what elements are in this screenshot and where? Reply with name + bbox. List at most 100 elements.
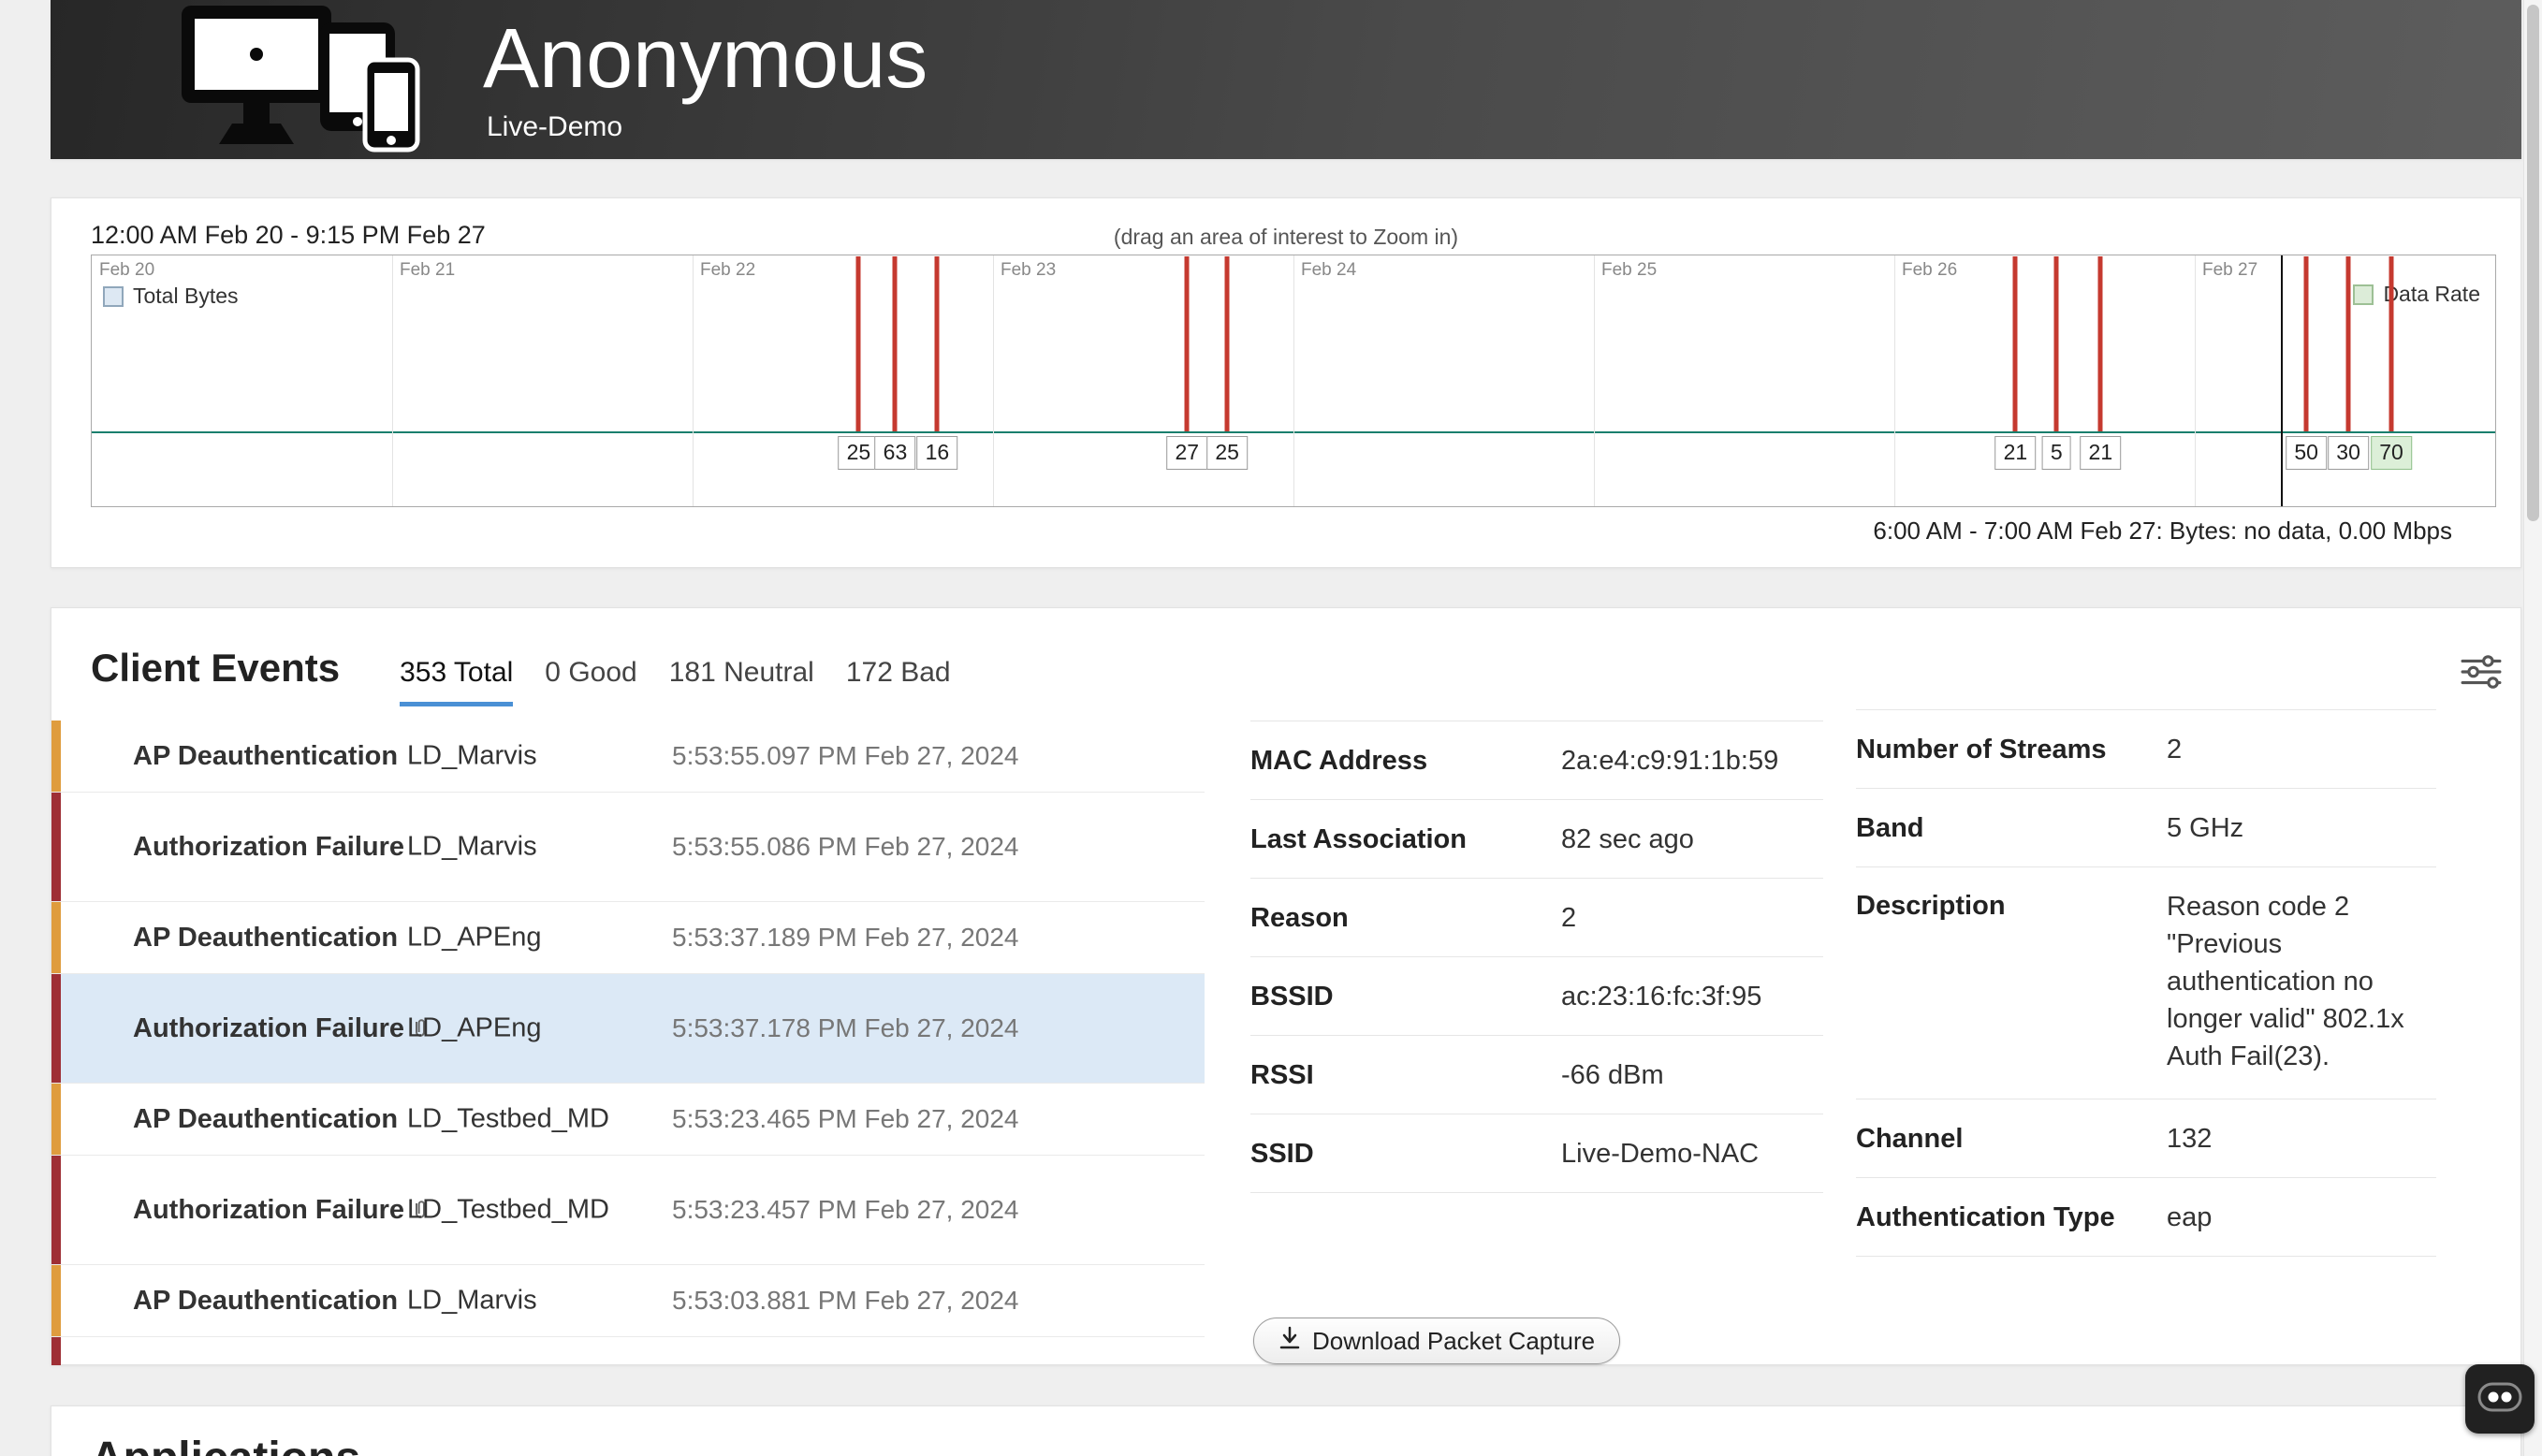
timeline-chart[interactable]: Total Bytes Data Rate Feb 20Feb 21Feb 22…	[91, 255, 2496, 507]
event-type: AP Deauthentication	[133, 1283, 432, 1318]
site-name: Live-Demo	[487, 111, 622, 143]
day-gridline	[1594, 255, 1595, 506]
detail-value: 2	[1561, 899, 1576, 937]
detail-label: Number of Streams	[1856, 732, 2167, 767]
event-list: AP DeauthenticationLD_Marvis5:53:55.097 …	[51, 721, 1205, 1365]
event-row[interactable]: AP DeauthenticationLD_Marvis5:53:03.881 …	[51, 1265, 1205, 1337]
detail-label: BSSID	[1250, 979, 1561, 1014]
event-count-label[interactable]: 21	[2081, 436, 2122, 470]
tab-0-good[interactable]: 0 Good	[545, 657, 636, 702]
event-count-label[interactable]: 25	[839, 436, 880, 470]
day-gridline	[1894, 255, 1895, 506]
detail-label: Last Association	[1250, 822, 1561, 857]
event-row[interactable]: AP DeauthenticationLD_APEng5:53:37.189 P…	[51, 902, 1205, 974]
detail-value: -66 dBm	[1561, 1056, 1664, 1094]
download-button-label: Download Packet Capture	[1312, 1327, 1595, 1356]
timeline-range-label: 12:00 AM Feb 20 - 9:15 PM Feb 27	[91, 221, 486, 250]
event-client: LD_APEng	[407, 923, 542, 954]
event-count-label[interactable]: 21	[1995, 436, 2037, 470]
event-count-label[interactable]: 63	[875, 436, 916, 470]
event-count-label[interactable]: 70	[2371, 436, 2412, 470]
marvis-chat-button[interactable]	[2465, 1364, 2535, 1434]
event-count-bar[interactable]	[2389, 256, 2394, 431]
event-count-label[interactable]: 25	[1206, 436, 1248, 470]
detail-value: 82 sec ago	[1561, 821, 1694, 858]
event-row[interactable]: AP DeauthenticationLD_Marvis5:53:55.097 …	[51, 721, 1205, 793]
event-row[interactable]: AP DeauthenticationLD_Testbed_MD5:53:23.…	[51, 1084, 1205, 1156]
event-count-label[interactable]: 5	[2042, 436, 2071, 470]
detail-label: RSSI	[1250, 1057, 1561, 1093]
event-timestamp: 5:53:03.881 PM Feb 27, 2024	[672, 1286, 1019, 1316]
event-count-bar[interactable]	[856, 256, 861, 431]
event-type: Authorization Failure	[133, 829, 432, 865]
data-rate-swatch[interactable]	[2353, 284, 2374, 305]
event-client: LD_Testbed_MD	[407, 1195, 609, 1226]
event-timestamp: 5:53:23.457 PM Feb 27, 2024	[672, 1195, 1019, 1225]
event-count-label[interactable]: 30	[2328, 436, 2369, 470]
event-count-bar[interactable]	[2098, 256, 2103, 431]
detail-row: Reason2	[1250, 879, 1823, 957]
tab-181-neutral[interactable]: 181 Neutral	[669, 657, 814, 702]
detail-row: BSSIDac:23:16:fc:3f:95	[1250, 957, 1823, 1036]
event-timestamp: 5:53:37.189 PM Feb 27, 2024	[672, 923, 1019, 953]
scrollbar-thumb[interactable]	[2527, 5, 2539, 521]
day-gridline	[2195, 255, 2196, 506]
event-count-bar[interactable]	[1185, 256, 1190, 431]
event-count-label[interactable]: 50	[2286, 436, 2327, 470]
tab-172-bad[interactable]: 172 Bad	[846, 657, 951, 702]
marvis-bot-icon	[2466, 1363, 2534, 1435]
severity-bar	[51, 793, 61, 901]
client-events-card: Client Events 353 Total 0 Good 181 Neutral…	[51, 607, 2521, 1365]
event-count-bar[interactable]	[2346, 256, 2351, 431]
detail-row: Band5 GHz	[1856, 789, 2436, 867]
event-client: LD_Marvis	[407, 741, 537, 772]
detail-label: Reason	[1250, 900, 1561, 936]
filter-sliders-icon[interactable]	[2461, 654, 2502, 694]
event-timestamp: 5:53:55.086 PM Feb 27, 2024	[672, 832, 1019, 862]
client-events-header: Client Events 353 Total 0 Good 181 Neutral…	[91, 646, 951, 706]
data-rate-label: Data Rate	[2383, 282, 2480, 307]
tab-353-total[interactable]: 353 Total	[400, 657, 513, 706]
event-row[interactable]: Authorization FailureLD_Marvis 5:53:55.08…	[51, 793, 1205, 902]
event-client: LD_Marvis	[407, 832, 537, 863]
event-client: LD_Testbed_MD	[407, 1104, 609, 1135]
day-gridline	[392, 255, 393, 506]
client-name-title: Anonymous	[483, 17, 928, 101]
severity-bar	[51, 1265, 61, 1336]
download-packet-capture-button[interactable]: Download Packet Capture	[1253, 1318, 1620, 1364]
day-label: Feb 22	[700, 260, 755, 281]
detail-row: DescriptionReason code 2 "Previous authe…	[1856, 867, 2436, 1099]
event-count-bar[interactable]	[935, 256, 940, 431]
legend-total-bytes[interactable]: Total Bytes	[103, 284, 239, 309]
severity-bar	[51, 1156, 61, 1264]
client-events-title: Client Events	[91, 646, 340, 691]
header-banner: Anonymous Live-Demo	[51, 0, 2521, 159]
severity-bar	[51, 902, 61, 973]
event-count-bar[interactable]	[2013, 256, 2018, 431]
total-bytes-swatch[interactable]	[103, 286, 124, 307]
event-row[interactable]: Authorization FailureLD_APEng5:53:37.178…	[51, 974, 1205, 1084]
timeline-card: 12:00 AM Feb 20 - 9:15 PM Feb 27 (drag a…	[51, 197, 2521, 568]
event-count-bar[interactable]	[1225, 256, 1230, 431]
detail-row: Channel132	[1856, 1099, 2436, 1178]
day-label: Feb 27	[2202, 260, 2257, 281]
detail-row: SSIDLive-Demo-NAC	[1250, 1114, 1823, 1193]
page-scrollbar[interactable]	[2523, 0, 2542, 1456]
event-count-label[interactable]: 27	[1166, 436, 1207, 470]
detail-value: eap	[2167, 1199, 2212, 1236]
legend-data-rate[interactable]: Data Rate	[2353, 282, 2480, 307]
event-row[interactable]: Authorization FailureLD_Marvis5:53:03.87…	[51, 1337, 1205, 1365]
event-count-label[interactable]: 16	[917, 436, 958, 470]
event-count-bar[interactable]	[2304, 256, 2309, 431]
total-bytes-label: Total Bytes	[133, 284, 239, 309]
detail-label: Band	[1856, 810, 2167, 846]
detail-value: 2	[2167, 731, 2182, 768]
day-gridline	[993, 255, 994, 506]
event-row[interactable]: Authorization FailureLD_Testbed_MD 5:53:2…	[51, 1156, 1205, 1265]
detail-row: RSSI-66 dBm	[1250, 1036, 1823, 1114]
detail-value: 2a:e4:c9:91:1b:59	[1561, 742, 1778, 779]
event-count-bar[interactable]	[893, 256, 898, 431]
event-count-bar[interactable]	[2054, 256, 2059, 431]
event-type: Authorization Failure	[133, 1192, 432, 1228]
timeline-zoom-hint: (drag an area of interest to Zoom in)	[1114, 225, 1458, 250]
